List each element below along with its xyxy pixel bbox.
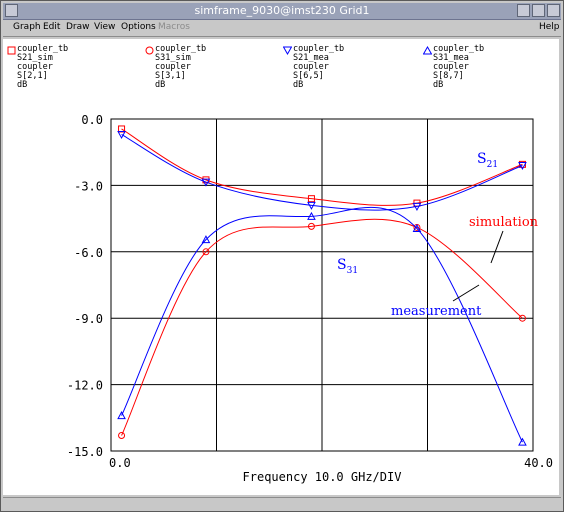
annotation-simulation: simulation (469, 215, 539, 230)
y-tick-label: -6.0 (74, 246, 103, 260)
minimize-button[interactable] (517, 4, 530, 17)
menu-draw[interactable]: Draw (66, 22, 90, 32)
menu-options[interactable]: Options (121, 22, 156, 32)
y-tick-label: -12.0 (67, 379, 103, 393)
x-axis-label: Frequency 10.0 GHz/DIV (243, 470, 402, 484)
app-window: simframe_9030@imst230 Grid1 Graph Edit D… (0, 0, 564, 512)
y-tick-label: 0.0 (81, 113, 103, 127)
menu-edit[interactable]: Edit (43, 22, 60, 32)
y-tick-label: -3.0 (74, 179, 103, 193)
menu-graph[interactable]: Graph (13, 22, 41, 32)
s-parameter-chart: 0.0 -3.0 -6.0 -9.0 -12.0 -15.0 0.0 40.0 Frequenc… (67, 113, 553, 484)
maximize-button[interactable] (532, 4, 545, 17)
menu-bar: Graph Edit Draw View Options Macros Help (3, 20, 561, 37)
graph-area[interactable]: coupler_tb S21_sim coupler S[2,1] dB cou… (3, 39, 559, 495)
x-tick-label: 0.0 (109, 456, 131, 470)
close-button[interactable] (547, 4, 560, 17)
title-bar[interactable]: simframe_9030@imst230 Grid1 (3, 3, 561, 20)
y-tick-label: -15.0 (67, 445, 103, 459)
status-bar (3, 497, 561, 510)
menu-macros: Macros (158, 22, 190, 32)
menu-view[interactable]: View (94, 22, 115, 32)
annotation-s21: S21 (477, 151, 498, 170)
menu-help[interactable]: Help (539, 22, 560, 32)
y-tick-label: -9.0 (74, 312, 103, 326)
x-tick-label: 40.0 (524, 456, 553, 470)
window-title: simframe_9030@imst230 Grid1 (194, 4, 370, 17)
annotation-leader-simulation (490, 230, 504, 264)
annotation-leader-measurement (452, 284, 480, 302)
annotation-s31: S31 (337, 257, 358, 276)
annotation-measurement: measurement (391, 304, 482, 319)
